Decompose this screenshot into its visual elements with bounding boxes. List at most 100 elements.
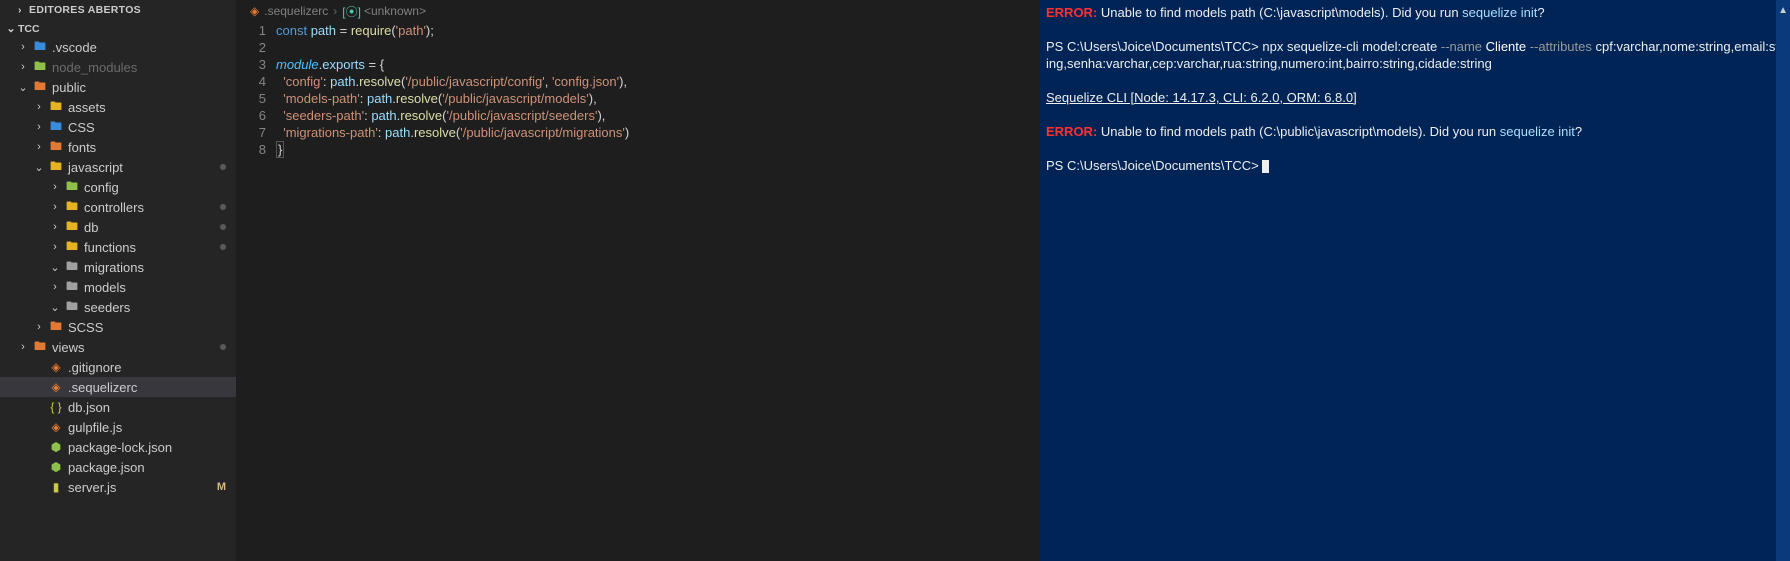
tree-item-label: server.js (68, 480, 116, 495)
folder-icon: 🖿 (64, 237, 80, 258)
chevron-right-icon: › (32, 121, 46, 133)
tree-item-label: public (52, 80, 86, 95)
tree-folder[interactable]: ⌄🖿 public (0, 77, 236, 97)
chevron-right-icon: · (32, 441, 46, 453)
chevron-right-icon: · (32, 381, 46, 393)
folder-icon: 🖿 (48, 157, 64, 178)
tree-folder[interactable]: ›🖿 fonts (0, 137, 236, 157)
tree-file[interactable]: ·◈ .gitignore (0, 357, 236, 377)
folder-icon: 🖿 (64, 257, 80, 278)
file-tree: ›🖿.vscode›🖿node_modules⌄🖿public›🖿assets›… (0, 37, 236, 497)
modified-dot-icon (220, 204, 226, 210)
chevron-right-icon: › (18, 4, 22, 16)
chevron-right-icon: › (16, 61, 30, 73)
folder-icon: 🖿 (64, 217, 80, 238)
tree-file[interactable]: ·⬢package.json (0, 457, 236, 477)
tree-folder[interactable]: ⌄🖿 seeders (0, 297, 236, 317)
terminal-line: PS C:\Users\Joice\Documents\TCC> npx seq… (1046, 38, 1784, 72)
folder-icon: 🖿 (64, 197, 80, 218)
tree-folder[interactable]: ›🖿models (0, 277, 236, 297)
explorer-sidebar: › Editores Abertos ⌄ TCC ›🖿.vscode›🖿node… (0, 0, 236, 561)
chevron-right-icon: · (32, 401, 46, 413)
chevron-right-icon: › (32, 101, 46, 113)
tree-item-label: SCSS (68, 320, 103, 335)
file-icon: ◈ (48, 360, 64, 374)
folder-icon: 🖿 (32, 37, 48, 58)
terminal-line (1046, 140, 1784, 157)
tree-folder[interactable]: ›🖿node_modules (0, 57, 236, 77)
folder-icon: 🖿 (64, 297, 80, 318)
folder-icon: 🖿 (48, 117, 64, 138)
terminal-line (1046, 21, 1784, 38)
tree-item-label: config (84, 180, 119, 195)
folder-icon: 🖿 (32, 337, 48, 358)
tree-file[interactable]: ·▮ server.js M (0, 477, 236, 497)
chevron-right-icon: › (16, 341, 30, 353)
tree-item-label: fonts (68, 140, 96, 155)
tree-item-label: .gitignore (68, 360, 121, 375)
editor-pane: ◈ .sequelizerc › [⦿] <unknown> 12345678 … (236, 0, 1040, 561)
tree-folder[interactable]: ›🖿db (0, 217, 236, 237)
project-name: TCC (18, 23, 40, 35)
terminal-line: ERROR: Unable to find models path (C:\pu… (1046, 123, 1784, 140)
code-editor[interactable]: 12345678 const path = require('path');mo… (236, 22, 1040, 158)
file-icon: { } (48, 400, 64, 414)
folder-icon: 🖿 (64, 177, 80, 198)
chevron-right-icon: › (48, 241, 62, 253)
tree-folder[interactable]: ›🖿functions (0, 237, 236, 257)
chevron-right-icon: › (16, 41, 30, 53)
code-content[interactable]: const path = require('path');module.expo… (276, 22, 629, 158)
terminal-panel[interactable]: ERROR: Unable to find models path (C:\ja… (1040, 0, 1790, 561)
git-status-badge: M (217, 481, 226, 493)
breadcrumb-file[interactable]: .sequelizerc (264, 4, 328, 18)
chevron-down-icon: ⌄ (4, 22, 18, 35)
modified-dot-icon (220, 244, 226, 250)
line-gutter: 12345678 (236, 22, 276, 158)
chevron-down-icon: ⌄ (48, 261, 62, 274)
chevron-right-icon: · (32, 481, 46, 493)
tree-file[interactable]: ·◈gulpfile.js (0, 417, 236, 437)
tree-file[interactable]: ·⬢ package-lock.json (0, 437, 236, 457)
folder-icon: 🖿 (64, 277, 80, 298)
folder-icon: 🖿 (48, 97, 64, 118)
tree-item-label: assets (68, 100, 106, 115)
tree-folder[interactable]: ⌄🖿migrations (0, 257, 236, 277)
chevron-down-icon: ⌄ (16, 81, 30, 94)
tree-folder[interactable]: ›🖿config (0, 177, 236, 197)
tree-folder[interactable]: ›🖿views (0, 337, 236, 357)
folder-icon: 🖿 (48, 137, 64, 158)
tree-file[interactable]: ·◈.sequelizerc (0, 377, 236, 397)
tree-folder[interactable]: ›🖿SCSS (0, 317, 236, 337)
breadcrumb-symbol[interactable]: <unknown> (364, 4, 426, 18)
tree-folder[interactable]: ›🖿 assets (0, 97, 236, 117)
modified-dot-icon (220, 344, 226, 350)
symbol-icon: [⦿] (342, 3, 361, 20)
terminal-line: ERROR: Unable to find models path (C:\ja… (1046, 4, 1784, 21)
chevron-right-icon: · (32, 421, 46, 433)
tree-item-label: package-lock.json (68, 440, 172, 455)
breadcrumb[interactable]: ◈ .sequelizerc › [⦿] <unknown> (236, 0, 1040, 22)
tree-file[interactable]: ·{ }db.json (0, 397, 236, 417)
tree-folder[interactable]: ⌄🖿javascript (0, 157, 236, 177)
scroll-up-icon[interactable]: ▲ (1778, 2, 1788, 19)
chevron-right-icon: › (48, 201, 62, 213)
file-icon: ◈ (48, 420, 64, 434)
chevron-down-icon: ⌄ (48, 301, 62, 314)
tree-item-label: node_modules (52, 60, 137, 75)
open-editors-header[interactable]: › Editores Abertos (0, 0, 236, 20)
file-icon: ⬢ (48, 440, 64, 454)
terminal-line (1046, 106, 1784, 123)
project-root[interactable]: ⌄ TCC (0, 20, 236, 37)
tree-item-label: seeders (84, 300, 130, 315)
file-icon: ▮ (48, 480, 64, 494)
chevron-right-icon: · (32, 361, 46, 373)
tree-item-label: CSS (68, 120, 95, 135)
folder-icon: 🖿 (32, 77, 48, 98)
tree-folder[interactable]: ›🖿.vscode (0, 37, 236, 57)
tree-item-label: .sequelizerc (68, 380, 137, 395)
open-editors-label: Editores Abertos (29, 4, 141, 16)
tree-folder[interactable]: ›🖿controllers (0, 197, 236, 217)
tree-folder[interactable]: ›🖿 CSS (0, 117, 236, 137)
chevron-right-icon: › (32, 141, 46, 153)
terminal-scrollbar[interactable]: ▲ (1776, 0, 1790, 561)
